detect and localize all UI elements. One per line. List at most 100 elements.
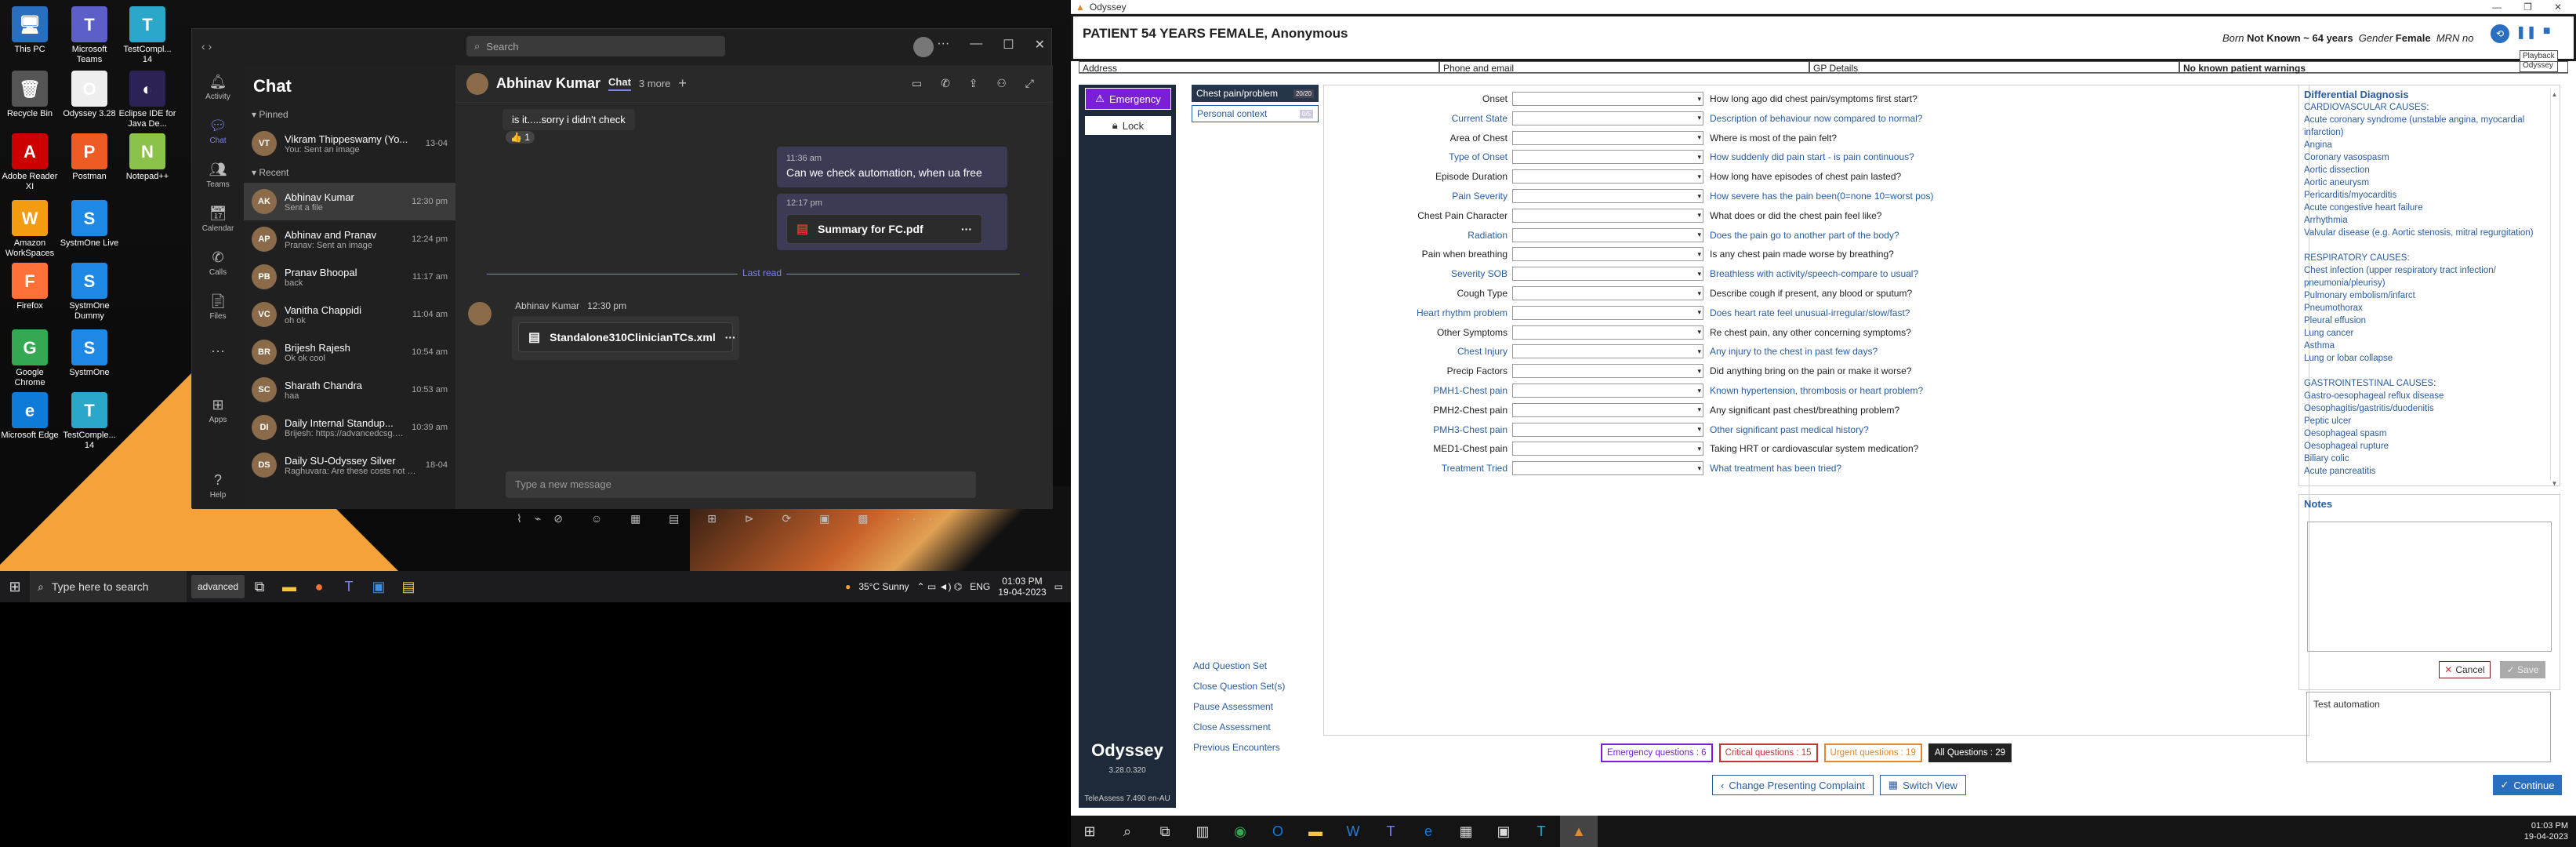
differential-item[interactable]: Angina	[2304, 139, 2555, 151]
desktop-icon[interactable]: W Amazon WorkSpaces	[0, 200, 60, 259]
differential-item[interactable]: Pericarditis/myocarditis	[2304, 189, 2555, 202]
file-card[interactable]: ▤ Standalone310ClinicianTCs.xml ···	[518, 322, 736, 352]
answer-dropdown[interactable]: ▾	[1512, 286, 1703, 300]
chat-list-item[interactable]: PB Pranav Bhoopal back 11:17 am	[244, 258, 455, 296]
pinned-header[interactable]: ▾ Pinned	[244, 104, 455, 125]
answer-dropdown[interactable]: ▾	[1512, 189, 1703, 203]
differential-item[interactable]: Gastro-oesophageal reflux disease	[2304, 390, 2555, 402]
rail-item[interactable]: ? Help	[192, 463, 244, 507]
close-icon[interactable]: ✕	[1035, 37, 1045, 53]
desktop-icon[interactable]: T TestCompl... 14	[118, 6, 177, 65]
differential-item[interactable]	[2304, 365, 2555, 377]
chat-list-item[interactable]: AK Abhinav Kumar Sent a file 12:30 pm	[244, 183, 455, 220]
answer-dropdown[interactable]: ▾	[1512, 325, 1703, 340]
differential-item[interactable]: Oesophageal spasm	[2304, 427, 2555, 440]
odyssey-icon[interactable]: ⟲	[2491, 24, 2509, 43]
differential-item[interactable]: Pulmonary embolism/infarct	[2304, 289, 2555, 302]
switch-view-button[interactable]: ▦ Switch View	[1879, 775, 1966, 795]
restore-icon[interactable]: ❐	[2523, 2, 2532, 13]
differential-item[interactable]: Oesophagitis/gastritis/duodenitis	[2304, 402, 2555, 415]
app-icon[interactable]: ▣	[1485, 816, 1522, 847]
differential-item[interactable]: Acute coronary syndrome (unstable angina…	[2304, 114, 2555, 126]
stop-icon[interactable]: ■	[2543, 24, 2551, 43]
windows-start-icon[interactable]: ⊞	[0, 571, 30, 602]
cancel-button[interactable]: ✕ Cancel	[2439, 661, 2491, 678]
answer-dropdown[interactable]: ▾	[1512, 169, 1703, 184]
desktop-icon[interactable]: T TestComple... 14	[60, 392, 119, 451]
answer-dropdown[interactable]: ▾	[1512, 461, 1703, 476]
rail-item[interactable]: 🔔︎ Activity	[192, 65, 244, 109]
rail-item[interactable]: 📅︎ Calendar	[192, 197, 244, 241]
answer-dropdown[interactable]: ▾	[1512, 130, 1703, 145]
emergency-button[interactable]: ⚠ Emergency	[1085, 88, 1171, 110]
desktop-icon[interactable]: 🖥 This PC	[0, 6, 60, 55]
chat-list-item[interactable]: VT Vikram Thippeswamy (Yo... You: Sent an …	[244, 125, 455, 162]
chat-list-item[interactable]: SC Sharath Chandra haa 10:53 am	[244, 371, 455, 409]
minimize-icon[interactable]: —	[2492, 2, 2502, 13]
file-explorer-icon[interactable]: ▬	[274, 571, 304, 602]
change-complaint-button[interactable]: ‹ Change Presenting Complaint	[1712, 775, 1874, 795]
answer-dropdown[interactable]: ▾	[1512, 402, 1703, 417]
file-name[interactable]: Summary for FC.pdf	[818, 223, 923, 235]
chat-list-item[interactable]: VC Vanitha Chappidi oh ok 11:04 am	[244, 296, 455, 333]
differential-item[interactable]: Asthma	[2304, 340, 2555, 352]
avatar[interactable]	[913, 37, 934, 57]
answer-dropdown[interactable]: ▾	[1512, 208, 1703, 223]
teams-icon[interactable]: T	[1372, 816, 1410, 847]
differential-item[interactable]: Oesophageal rupture	[2304, 440, 2555, 453]
pause-assessment-link[interactable]: Pause Assessment	[1193, 696, 1319, 717]
test-automation-box[interactable]: Test automation	[2306, 692, 2551, 762]
section-personal-context[interactable]: Personal context 0/5	[1192, 105, 1319, 122]
differential-item[interactable]: Valvular disease (e.g. Aortic stenosis, …	[2304, 227, 2555, 239]
answer-dropdown[interactable]: ▾	[1512, 111, 1703, 125]
search-icon[interactable]: ⌕	[1108, 816, 1146, 847]
differential-item[interactable]: Peptic ulcer	[2304, 415, 2555, 427]
save-button[interactable]: ✓ Save	[2500, 661, 2545, 678]
advanced-button[interactable]: advanced	[191, 575, 245, 598]
previous-encounters-link[interactable]: Previous Encounters	[1193, 737, 1319, 758]
desktop-icon[interactable]: N Notepad++	[118, 133, 177, 182]
testcomplete-icon[interactable]: T	[1522, 816, 1560, 847]
critical-counter[interactable]: Critical questions : 15	[1718, 743, 1818, 762]
rail-item[interactable]: 💬︎ Chat	[192, 109, 244, 153]
differential-item[interactable]: Arrhythmia	[2304, 214, 2555, 227]
firefox-icon[interactable]: ●	[304, 571, 334, 602]
chat-list-item[interactable]: DS Daily SU-Odyssey Silver Raghuvara: Are …	[244, 446, 455, 484]
windows-start-icon[interactable]: ⊞	[1071, 816, 1108, 847]
pause-icon[interactable]: ❚❚	[2516, 24, 2537, 43]
notification-icon[interactable]: ▭	[1054, 581, 1063, 592]
maximize-icon[interactable]: ☐	[1003, 37, 1014, 53]
answer-dropdown[interactable]: ▾	[1512, 422, 1703, 437]
more-icon[interactable]: ···	[961, 223, 972, 235]
chat-list-item[interactable]: BR Brijesh Rajesh Ok ok cool 10:54 am	[244, 333, 455, 371]
close-icon[interactable]: ✕	[2554, 2, 2562, 13]
close-assessment-link[interactable]: Close Assessment	[1193, 717, 1319, 737]
rail-item[interactable]: ⊞ Apps	[192, 388, 244, 432]
recent-header[interactable]: ▾ Recent	[244, 162, 455, 183]
answer-dropdown[interactable]: ▾	[1512, 364, 1703, 379]
differential-item[interactable]: pneumonia/pleurisy)	[2304, 277, 2555, 289]
rail-item[interactable]: ✆ Calls	[192, 241, 244, 285]
answer-dropdown[interactable]: ▾	[1512, 442, 1703, 456]
compose-toolbar[interactable]: ⌇⌁⊘ ☺ ▦ ▤ ⊞ ⊳ ⟳ ▣ ▩ ···	[517, 512, 945, 525]
section-chest-pain[interactable]: Chest pain/problem 20/20	[1192, 85, 1319, 102]
answer-dropdown[interactable]: ▾	[1512, 150, 1703, 165]
answer-dropdown[interactable]: ▾	[1512, 344, 1703, 359]
desktop-icon[interactable]: S SystmOne Live	[60, 200, 119, 249]
desktop-icon[interactable]: 🗑 Recycle Bin	[0, 71, 60, 119]
desktop-icon[interactable]: S SystmOne	[60, 329, 119, 378]
clock[interactable]: 01:03 PM 19-04-2023	[2524, 820, 2576, 842]
teams-icon[interactable]: T	[334, 571, 364, 602]
task-view-icon[interactable]: ⧉	[245, 571, 274, 602]
rail-item[interactable]: 📄︎ Files	[192, 285, 244, 329]
answer-dropdown[interactable]: ▾	[1512, 384, 1703, 398]
weather-text[interactable]: 35°C Sunny	[858, 581, 909, 592]
desktop-icon[interactable]: A Adobe Reader XI	[0, 133, 60, 192]
clock[interactable]: 01:03 PM 19-04-2023	[998, 576, 1046, 598]
lock-button[interactable]: 🔒︎ Lock	[1085, 116, 1171, 135]
differential-item[interactable]: Pneumothorax	[2304, 302, 2555, 314]
app-icon[interactable]: ▦	[1447, 816, 1485, 847]
teams-search-input[interactable]: ⌕ Search	[466, 36, 725, 56]
desktop-icon[interactable]: G Google Chrome	[0, 329, 60, 388]
differential-item[interactable]: GASTROINTESTINAL CAUSES:	[2304, 377, 2555, 390]
